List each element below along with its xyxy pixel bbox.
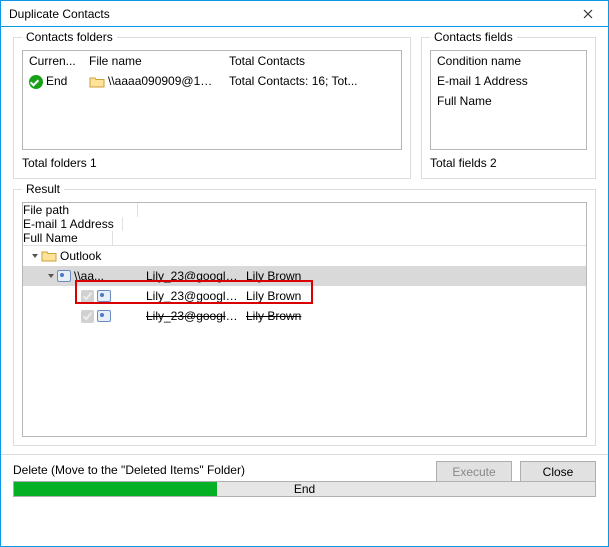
folder-icon — [41, 250, 57, 262]
item-checkbox[interactable] — [81, 290, 94, 303]
email-cell: Lily_23@google... — [142, 289, 242, 303]
filename-cell: \\aaaa090909@126.... — [83, 71, 223, 92]
contacts-fields-group: Contacts fields Condition name E-mail 1 … — [421, 37, 596, 179]
col-full-name[interactable]: Full Name — [23, 231, 113, 245]
filename-text: \\aaaa090909@126.... — [108, 74, 223, 88]
result-item-deleted[interactable]: Lily_23@google... Lily Brown — [23, 306, 586, 326]
email-cell: Lily_23@google... — [142, 269, 242, 283]
col-total-contacts[interactable]: Total Contacts — [223, 51, 401, 71]
progress-text: End — [294, 482, 315, 496]
folder-row[interactable]: End \\aaaa090909@126.... Total Contacts:… — [23, 71, 401, 92]
contact-icon — [97, 290, 111, 302]
tree-label: \\aa... — [74, 269, 104, 283]
progress-bar: End — [13, 481, 596, 497]
title-bar: Duplicate Contacts — [1, 1, 608, 27]
field-item[interactable]: Full Name — [431, 91, 586, 111]
contacts-folders-legend: Contacts folders — [22, 30, 117, 44]
chevron-down-icon[interactable] — [29, 250, 41, 262]
window-title: Duplicate Contacts — [9, 7, 110, 21]
col-email[interactable]: E-mail 1 Address — [23, 217, 123, 231]
item-checkbox[interactable] — [81, 310, 94, 323]
col-current-status[interactable]: Curren... — [23, 51, 83, 71]
email-cell: Lily_23@google... — [142, 309, 242, 323]
folders-header-row: Curren... File name Total Contacts — [23, 51, 401, 71]
totals-cell: Total Contacts: 16; Tot... — [223, 71, 401, 92]
dialog-window: Duplicate Contacts Contacts folders Curr… — [0, 0, 609, 547]
col-file-name[interactable]: File name — [83, 51, 223, 71]
tree-folder-outlook[interactable]: Outlook — [23, 246, 586, 266]
name-cell: Lily Brown — [242, 269, 332, 283]
check-icon — [29, 75, 43, 89]
bottom-bar: Delete (Move to the "Deleted Items" Fold… — [1, 454, 608, 507]
result-legend: Result — [22, 182, 64, 196]
contact-icon — [57, 270, 71, 282]
tree-subfolder[interactable]: \\aa... Lily_23@google... Lily Brown — [23, 266, 586, 286]
result-table: File path E-mail 1 Address Full Name Out… — [22, 202, 587, 437]
fields-summary: Total fields 2 — [430, 156, 587, 170]
status-cell: End — [23, 71, 83, 92]
tree-label: Outlook — [60, 249, 101, 263]
execute-button[interactable]: Execute — [436, 461, 512, 483]
name-cell: Lily Brown — [242, 289, 332, 303]
folders-summary: Total folders 1 — [22, 156, 402, 170]
status-text: End — [46, 74, 67, 88]
folder-icon — [89, 76, 105, 88]
progress-fill — [14, 482, 217, 496]
contacts-folders-table: Curren... File name Total Contacts End \… — [22, 50, 402, 150]
contacts-folders-group: Contacts folders Curren... File name Tot… — [13, 37, 411, 179]
contacts-fields-panel: Condition name E-mail 1 Address Full Nam… — [430, 50, 587, 150]
chevron-down-icon[interactable] — [45, 270, 57, 282]
name-cell: Lily Brown — [242, 309, 332, 323]
contact-icon — [97, 310, 111, 322]
contacts-fields-legend: Contacts fields — [430, 30, 517, 44]
result-item[interactable]: Lily_23@google... Lily Brown — [23, 286, 586, 306]
field-item[interactable]: E-mail 1 Address — [431, 71, 586, 91]
result-header-row: File path E-mail 1 Address Full Name — [23, 203, 586, 246]
fields-header[interactable]: Condition name — [431, 51, 586, 71]
result-group: Result File path E-mail 1 Address Full N… — [13, 189, 596, 446]
col-file-path[interactable]: File path — [23, 203, 138, 217]
close-icon[interactable] — [568, 1, 608, 26]
close-button[interactable]: Close — [520, 461, 596, 483]
